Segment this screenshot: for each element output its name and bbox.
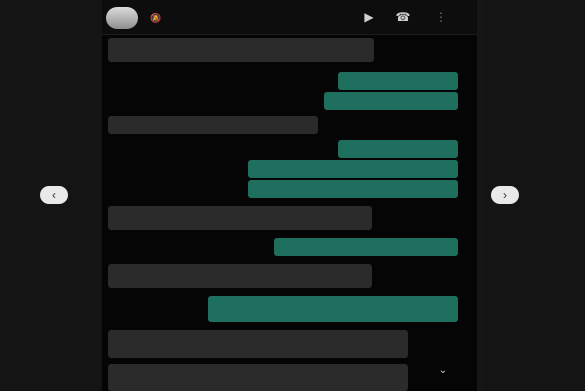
message-incoming[interactable]	[108, 38, 374, 62]
video-camera-icon[interactable]: ▶	[360, 9, 378, 25]
message-incoming[interactable]	[108, 116, 318, 134]
message-outgoing[interactable]	[274, 238, 458, 256]
contact-avatar[interactable]	[106, 7, 138, 29]
message-incoming[interactable]	[108, 68, 328, 92]
previous-arrow-button[interactable]: ‹	[40, 186, 68, 204]
chat-screen: 🔕 ▶ ☎ ⋮ ⌄	[102, 0, 477, 391]
message-outgoing[interactable]	[248, 180, 458, 198]
next-arrow-button[interactable]: ›	[491, 186, 519, 204]
message-incoming[interactable]	[108, 330, 408, 358]
right-backdrop: ›	[483, 0, 585, 391]
message-incoming[interactable]	[108, 98, 288, 112]
bell-off-icon: 🔕	[150, 13, 162, 23]
message-outgoing[interactable]	[338, 72, 458, 90]
message-outgoing[interactable]	[208, 296, 458, 322]
phone-icon[interactable]: ☎	[394, 9, 412, 25]
message-incoming[interactable]	[108, 264, 372, 288]
scroll-down-icon[interactable]: ⌄	[434, 364, 452, 378]
message-outgoing[interactable]	[324, 92, 458, 110]
contact-name-row[interactable]: 🔕	[144, 11, 161, 25]
message-incoming[interactable]	[108, 206, 372, 230]
left-backdrop: ‹	[0, 0, 102, 391]
chat-header: 🔕 ▶ ☎ ⋮	[102, 0, 477, 35]
message-outgoing[interactable]	[338, 140, 458, 158]
more-vert-icon[interactable]: ⋮	[432, 9, 450, 25]
message-list: ⌄	[102, 34, 477, 391]
message-incoming[interactable]	[108, 364, 408, 391]
message-outgoing[interactable]	[248, 160, 458, 178]
